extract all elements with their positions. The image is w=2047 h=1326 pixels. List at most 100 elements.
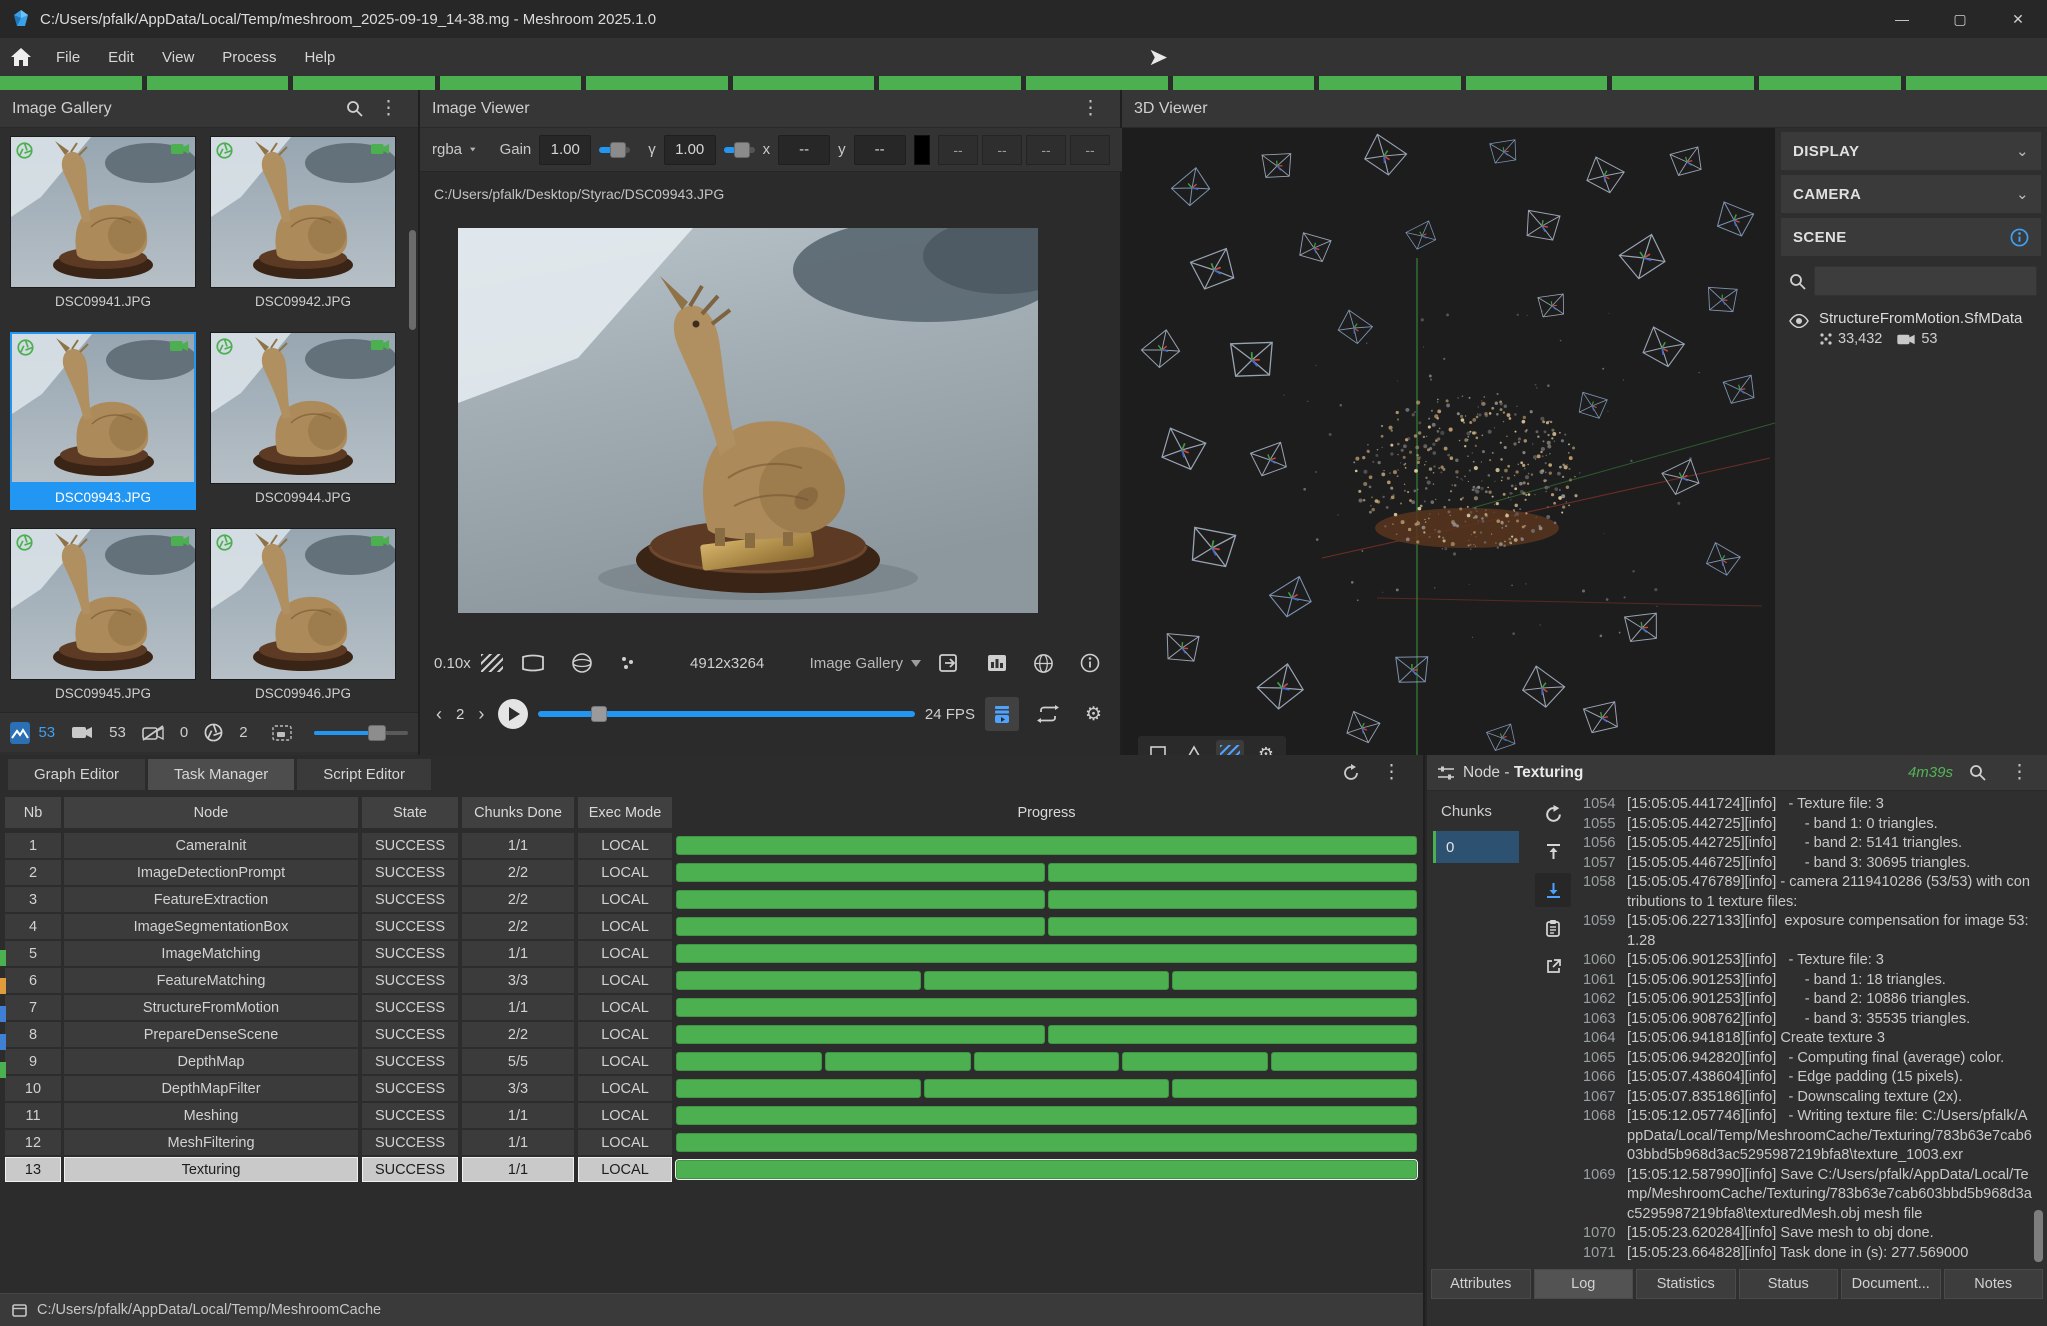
column-header-progress[interactable]: Progress — [676, 797, 1417, 828]
node-tab-log[interactable]: Log — [1534, 1269, 1634, 1299]
menu-process[interactable]: Process — [208, 38, 290, 76]
task-row-PrepareDenseScene[interactable]: 8PrepareDenseSceneSUCCESS2/2LOCAL — [0, 1022, 1425, 1048]
task-row-ImageDetectionPrompt[interactable]: 2ImageDetectionPromptSUCCESS2/2LOCAL — [0, 860, 1425, 886]
menu-file[interactable]: File — [42, 38, 94, 76]
node-tab-status[interactable]: Status — [1739, 1269, 1839, 1299]
refresh-icon[interactable] — [1342, 764, 1360, 782]
minimize-button[interactable]: — — [1873, 0, 1931, 38]
next-frame-button[interactable]: › — [474, 704, 488, 725]
node-tab-document[interactable]: Document... — [1841, 1269, 1941, 1299]
scene-search-input[interactable] — [1814, 266, 2037, 296]
gamma-slider[interactable] — [724, 147, 755, 153]
play-button[interactable] — [498, 699, 528, 729]
histogram-icon[interactable] — [979, 654, 1015, 672]
menu-edit[interactable]: Edit — [94, 38, 148, 76]
task-manager-menu-icon[interactable]: ⋮ — [1374, 761, 1409, 784]
task-row-StructureFromMotion[interactable]: 7StructureFromMotionSUCCESS1/1LOCAL — [0, 995, 1425, 1021]
node-tab-statistics[interactable]: Statistics — [1636, 1269, 1736, 1299]
x-coordinate-input[interactable]: -- — [778, 135, 830, 165]
image-viewer-menu-icon[interactable]: ⋮ — [1073, 97, 1108, 120]
column-header-node[interactable]: Node — [64, 797, 358, 828]
sphere-icon[interactable] — [563, 652, 601, 674]
thumbnail-DSC09946.JPG[interactable]: DSC09946.JPG — [210, 528, 396, 712]
image-count-icon[interactable] — [10, 722, 30, 744]
task-row-DepthMap[interactable]: 9DepthMapSUCCESS5/5LOCAL — [0, 1049, 1425, 1075]
node-tab-notes[interactable]: Notes — [1944, 1269, 2044, 1299]
node-settings-icon[interactable] — [1437, 765, 1455, 781]
open-external-icon[interactable] — [1535, 949, 1571, 983]
photo-view[interactable] — [458, 228, 1038, 613]
log-refresh-icon[interactable] — [1535, 797, 1571, 831]
camera-count-icon[interactable] — [63, 725, 101, 740]
thumbnail-DSC09942.JPG[interactable]: DSC09942.JPG — [210, 136, 396, 322]
previous-frame-button[interactable]: ‹ — [432, 704, 446, 725]
scroll-to-bottom-icon[interactable] — [1535, 873, 1571, 907]
menu-view[interactable]: View — [148, 38, 208, 76]
channel-select[interactable]: rgba — [432, 141, 462, 158]
tab-script-editor[interactable]: Script Editor — [297, 759, 431, 790]
playback-settings-gear-icon[interactable]: ⚙ — [1077, 703, 1110, 726]
task-row-FeatureExtraction[interactable]: 3FeatureExtractionSUCCESS2/2LOCAL — [0, 887, 1425, 913]
loop-icon[interactable] — [1029, 705, 1067, 723]
output-selector[interactable]: Image Gallery — [810, 655, 921, 672]
column-header-exec-mode[interactable]: Exec Mode — [578, 797, 672, 828]
frame-icon[interactable] — [513, 654, 553, 672]
node-tab-attributes[interactable]: Attributes — [1431, 1269, 1531, 1299]
viewer-3d-settings-gear-icon[interactable]: ⚙ — [1252, 740, 1280, 755]
thumbnail-size-icon[interactable] — [264, 725, 300, 741]
scene-media-item[interactable]: StructureFromMotion.SfMData 33,432 53 — [1775, 310, 2047, 347]
gallery-menu-icon[interactable]: ⋮ — [371, 97, 406, 120]
maximize-button[interactable]: ▢ — [1931, 0, 1989, 38]
menu-help[interactable]: Help — [290, 38, 349, 76]
y-coordinate-input[interactable]: -- — [854, 135, 906, 165]
task-row-FeatureMatching[interactable]: 6FeatureMatchingSUCCESS3/3LOCAL — [0, 968, 1425, 994]
log-search-icon[interactable] — [1961, 764, 1994, 781]
task-row-ImageSegmentationBox[interactable]: 4ImageSegmentationBoxSUCCESS2/2LOCAL — [0, 914, 1425, 940]
gallery-search-icon[interactable] — [338, 100, 371, 117]
scene-info-icon[interactable] — [2010, 228, 2029, 247]
column-header-nb[interactable]: Nb — [5, 797, 61, 828]
task-row-CameraInit[interactable]: 1CameraInitSUCCESS1/1LOCAL — [0, 833, 1425, 859]
features-overlay-icon[interactable] — [481, 654, 503, 672]
log-view[interactable]: 1054[15:05:05.441724][info] - Texture fi… — [1577, 795, 2033, 1263]
wireframe-icon[interactable] — [1180, 740, 1208, 755]
tab-graph-editor[interactable]: Graph Editor — [8, 759, 145, 790]
no-camera-count-icon[interactable] — [134, 725, 172, 741]
node-panel-menu-icon[interactable]: ⋮ — [2002, 761, 2037, 784]
column-header-state[interactable]: State — [362, 797, 458, 828]
frame-cache-button[interactable] — [985, 697, 1019, 731]
close-button[interactable]: ✕ — [1989, 0, 2047, 38]
export-icon[interactable] — [931, 653, 969, 673]
scene-section[interactable]: SCENE — [1781, 218, 2041, 256]
bounding-box-icon[interactable] — [1144, 740, 1172, 755]
thumbnail-DSC09945.JPG[interactable]: DSC09945.JPG — [10, 528, 196, 712]
home-button[interactable] — [0, 38, 42, 76]
tab-task-manager[interactable]: Task Manager — [148, 759, 294, 790]
thumbnail-DSC09941.JPG[interactable]: DSC09941.JPG — [10, 136, 196, 322]
camera-section[interactable]: CAMERA ⌄ — [1781, 175, 2041, 213]
thumbnail-DSC09943.JPG[interactable]: DSC09943.JPG — [10, 332, 196, 518]
visibility-eye-icon[interactable] — [1789, 314, 1809, 328]
thumbnail-size-slider[interactable] — [314, 731, 408, 735]
frame-seek-slider[interactable] — [538, 711, 915, 717]
intrinsics-count-icon[interactable] — [196, 723, 231, 742]
thumbnail-DSC09944.JPG[interactable]: DSC09944.JPG — [210, 332, 396, 518]
gallery-scrollbar[interactable] — [409, 230, 416, 330]
points-icon[interactable] — [611, 654, 645, 672]
task-row-MeshFiltering[interactable]: 12MeshFilteringSUCCESS1/1LOCAL — [0, 1130, 1425, 1156]
task-row-DepthMapFilter[interactable]: 10DepthMapFilterSUCCESS3/3LOCAL — [0, 1076, 1425, 1102]
viewer-3d-canvas[interactable]: ⚙ — [1122, 128, 1775, 755]
chunk-item-0[interactable]: 0 — [1433, 831, 1519, 863]
task-row-Meshing[interactable]: 11MeshingSUCCESS1/1LOCAL — [0, 1103, 1425, 1129]
log-scrollbar[interactable] — [2034, 1210, 2043, 1262]
info-icon[interactable] — [1072, 653, 1108, 673]
globe-icon[interactable] — [1025, 653, 1062, 674]
display-section[interactable]: DISPLAY ⌄ — [1781, 132, 2041, 170]
scroll-to-top-icon[interactable] — [1535, 835, 1571, 869]
task-row-Texturing[interactable]: 13TexturingSUCCESS1/1LOCAL — [0, 1157, 1425, 1183]
submit-arrow-icon[interactable]: ➤ — [1148, 43, 1168, 72]
column-header-chunks-done[interactable]: Chunks Done — [462, 797, 574, 828]
gamma-input[interactable]: 1.00 — [664, 135, 716, 165]
texture-mode-icon[interactable] — [1216, 740, 1244, 755]
copy-log-icon[interactable] — [1535, 911, 1571, 945]
